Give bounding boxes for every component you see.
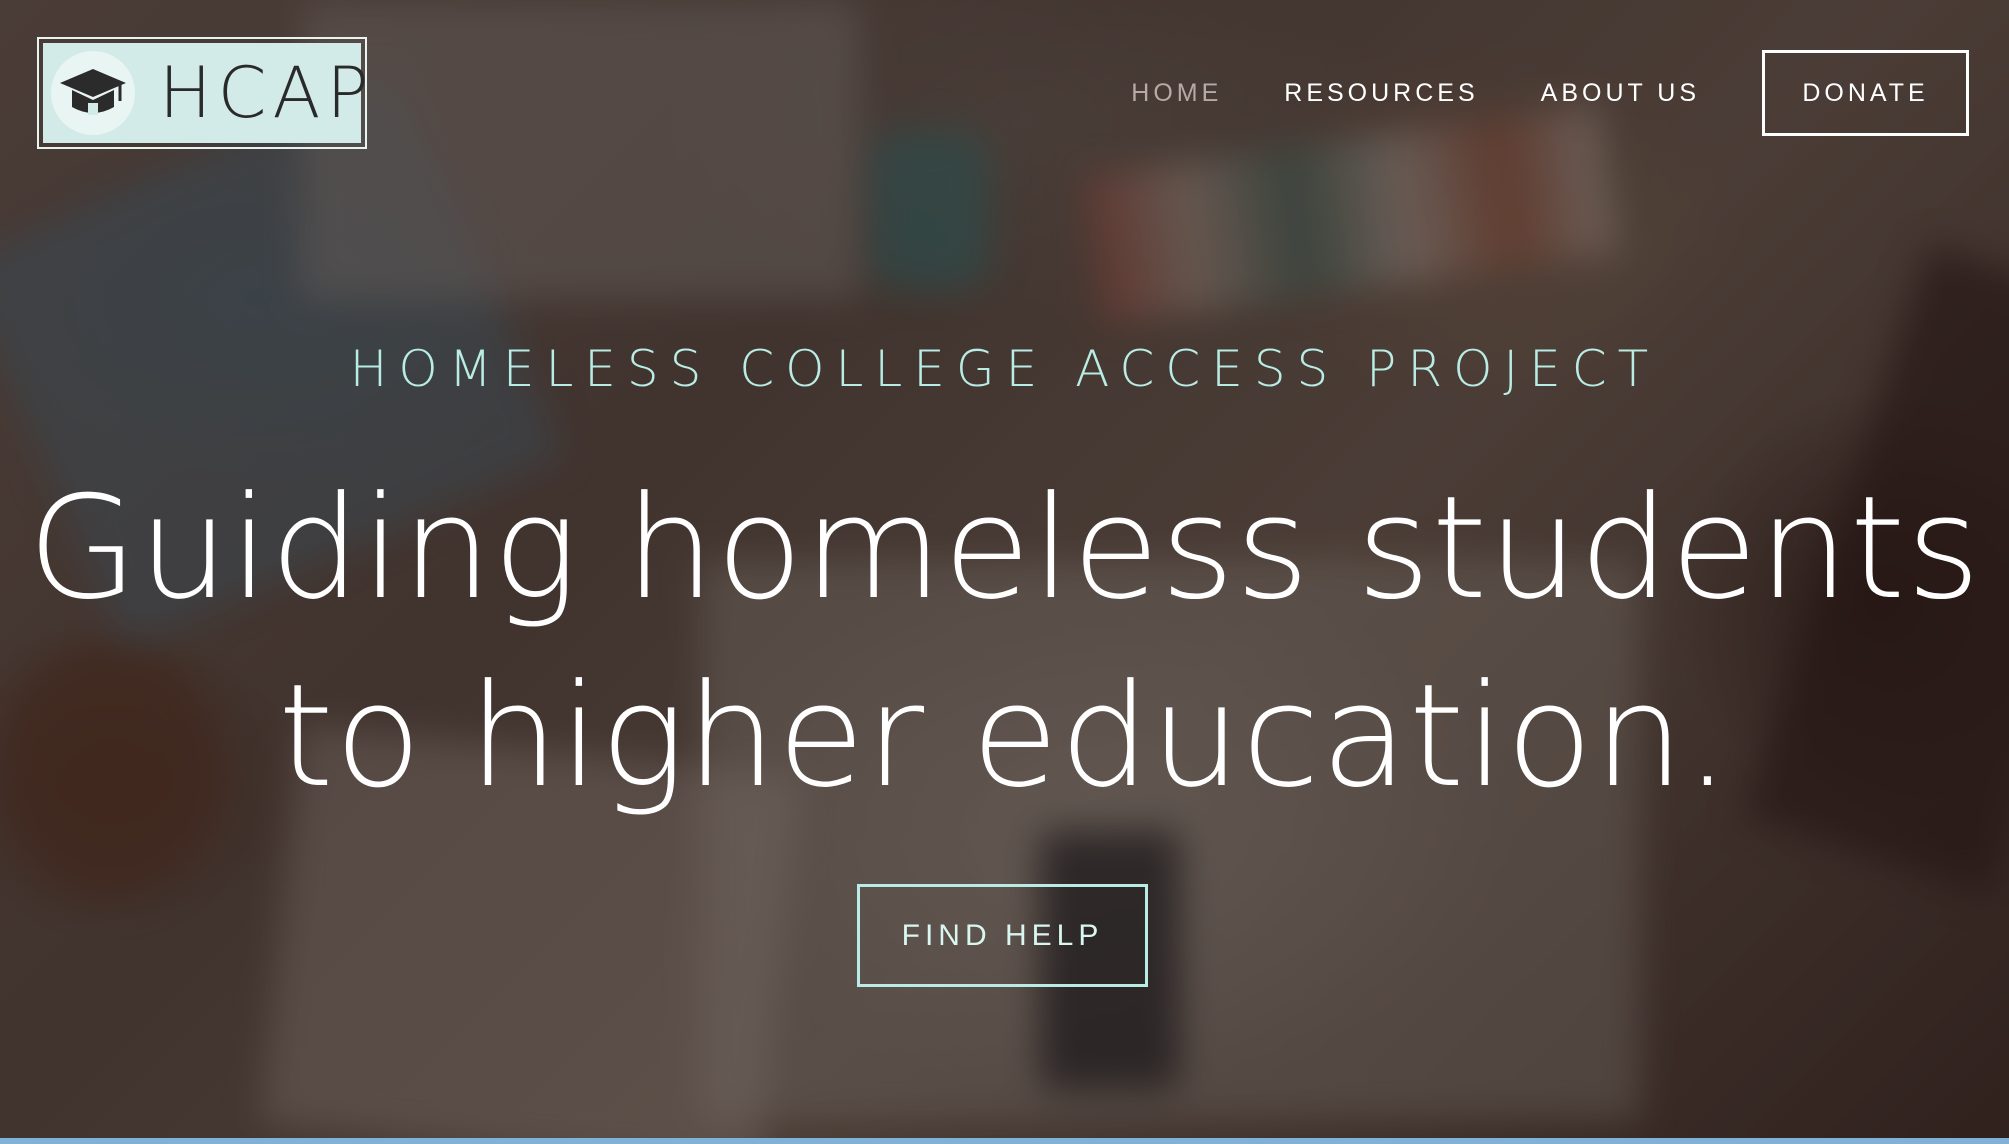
logo-badge: HCAP xyxy=(43,43,369,143)
logo-circle xyxy=(51,51,135,135)
hero-headline: Guiding homeless students to higher educ… xyxy=(0,455,2009,831)
hero-section: HCAP HOME RESOURCES ABOUT US DONATE HOME… xyxy=(0,0,2009,1144)
hero-eyebrow: HOMELESS COLLEGE ACCESS PROJECT xyxy=(349,340,1660,398)
donate-button[interactable]: DONATE xyxy=(1762,50,1969,136)
find-help-button[interactable]: FIND HELP xyxy=(857,884,1148,987)
nav-link-home[interactable]: HOME xyxy=(1131,79,1222,108)
nav-link-resources[interactable]: RESOURCES xyxy=(1284,79,1478,108)
hero-headline-line-1: Guiding homeless students xyxy=(27,466,1982,631)
site-logo[interactable]: HCAP xyxy=(37,37,369,149)
bottom-divider xyxy=(0,1138,2009,1144)
hero-headline-line-2: to higher education. xyxy=(278,654,1731,819)
main-nav: HOME RESOURCES ABOUT US DONATE xyxy=(1131,50,1969,136)
logo-text: HCAP xyxy=(159,52,375,134)
nav-link-about-us[interactable]: ABOUT US xyxy=(1541,79,1700,108)
graduation-cap-icon xyxy=(60,69,126,115)
